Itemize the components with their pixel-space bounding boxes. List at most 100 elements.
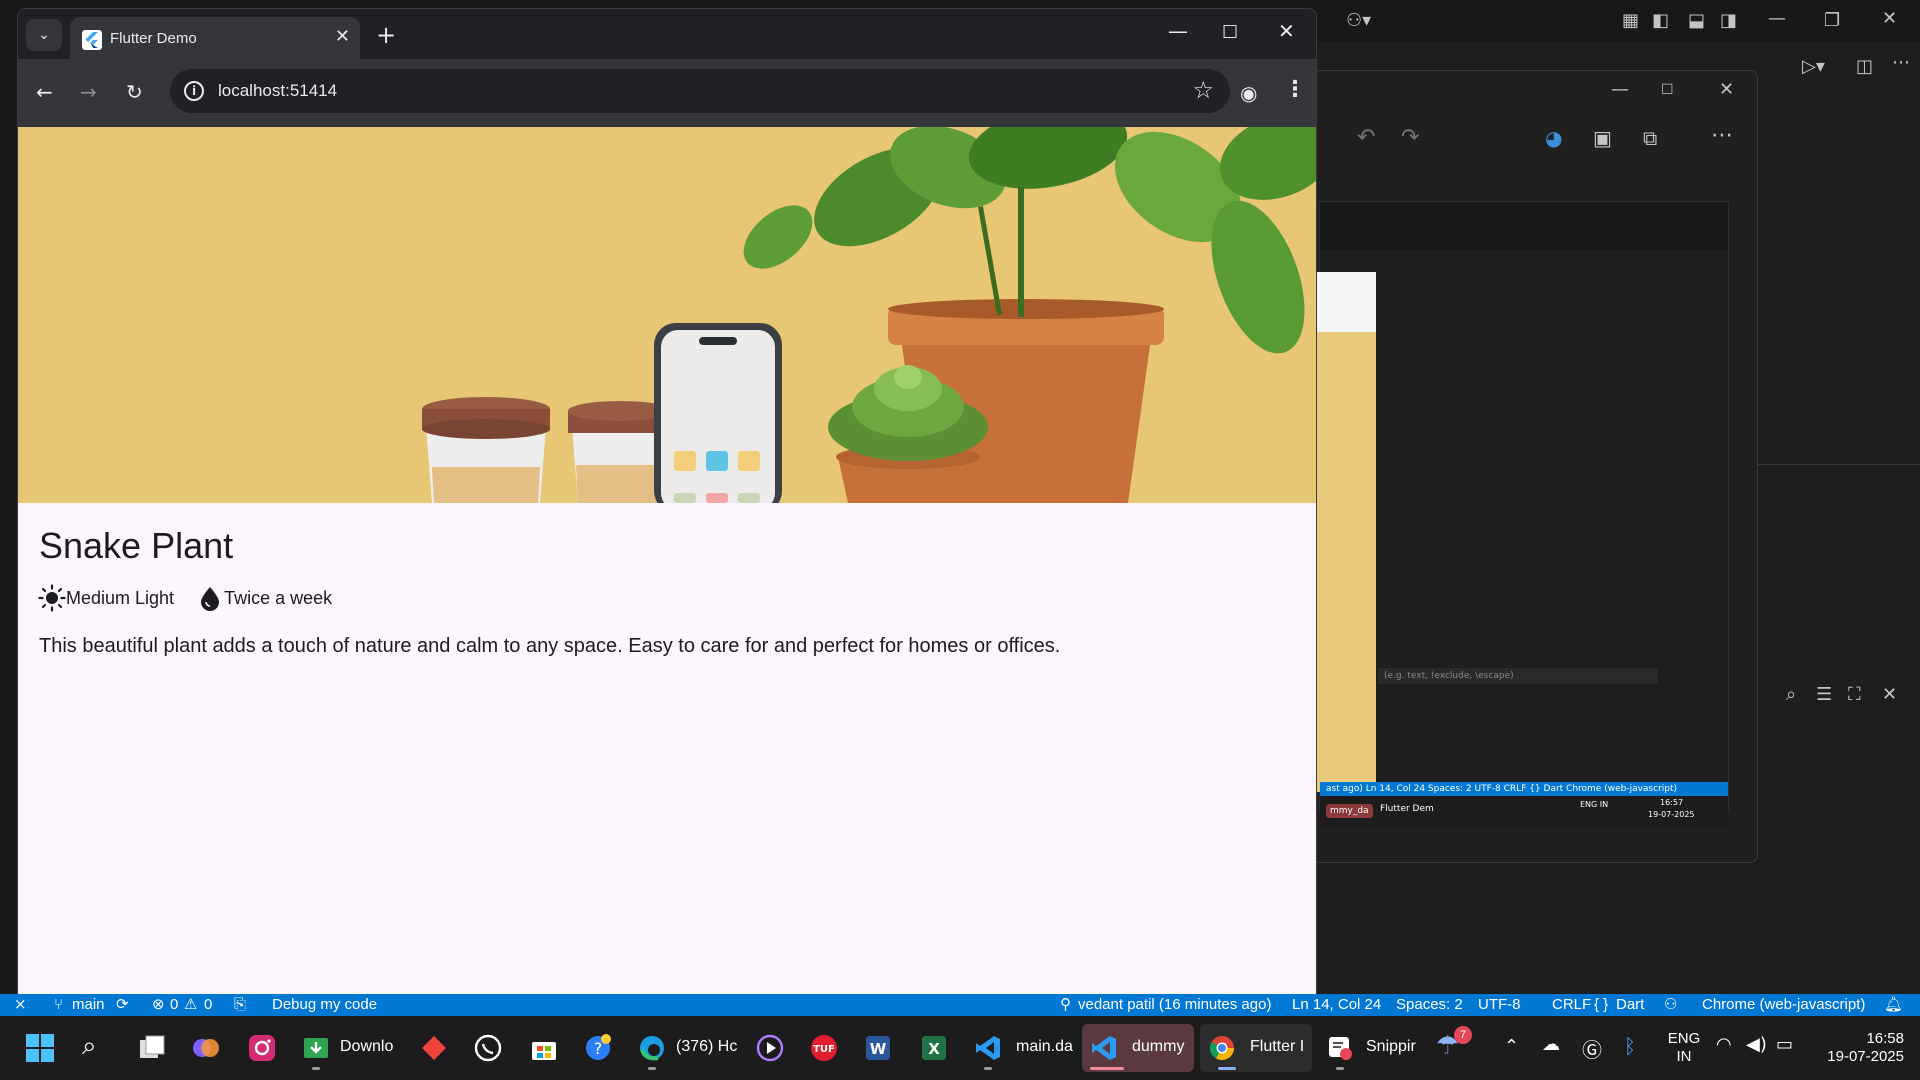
toggle-primary-sidebar-icon[interactable]: ◧ <box>1652 12 1669 30</box>
tab-search-button[interactable]: ⌄ <box>26 19 62 51</box>
running-indicator <box>1336 1067 1344 1070</box>
notifications-icon[interactable]: 🔔︎ <box>1884 994 1903 1016</box>
taskbar-app-vscode-main[interactable]: main.da <box>966 1024 1076 1072</box>
debug-label[interactable]: Debug my code <box>272 994 377 1016</box>
line-endings[interactable]: CRLF <box>1552 994 1591 1016</box>
save-icon[interactable]: ▣ <box>1593 128 1612 148</box>
copilot-icon[interactable]: ⚇▾ <box>1346 12 1371 30</box>
more-actions-icon[interactable]: ⋯ <box>1892 54 1910 72</box>
maximize-icon[interactable]: ☐ <box>1661 81 1674 99</box>
minimize-icon[interactable]: — <box>1768 10 1786 28</box>
word-icon[interactable]: W <box>864 1034 892 1062</box>
indentation[interactable]: Spaces: 2 <box>1396 994 1463 1016</box>
taskbar-app-snipping-tool[interactable]: Snippir <box>1318 1024 1418 1072</box>
language-mode[interactable]: Dart <box>1616 994 1644 1016</box>
paint-icon[interactable]: ◕ <box>1545 128 1562 148</box>
problems-count[interactable]: 0 <box>170 994 178 1016</box>
chrome-menu-icon[interactable]: ⋮ <box>1284 77 1306 102</box>
close-icon[interactable]: ✕ <box>1278 21 1295 41</box>
tab-close-icon[interactable]: ✕ <box>335 27 350 47</box>
taskbar-app-chrome[interactable]: Flutter I <box>1200 1024 1312 1072</box>
run-icon[interactable]: ▷▾ <box>1802 58 1825 76</box>
weather-widget[interactable]: ☂ 7 <box>1436 1026 1476 1066</box>
svg-text:X: X <box>928 1040 940 1058</box>
redo-icon[interactable]: ↷ <box>1401 127 1419 149</box>
encoding[interactable]: UTF-8 <box>1478 994 1521 1016</box>
site-info-icon[interactable]: i <box>184 81 204 101</box>
taskbar-app-downloads[interactable]: Downlo <box>294 1024 404 1072</box>
whatsapp-icon[interactable] <box>474 1034 502 1062</box>
windows-taskbar: ⌕ Downlo ? (376) Hc TUF W X main.da dumm… <box>0 1016 1920 1080</box>
preview-search-field: (e.g. text, !exclude, \escape) <box>1378 668 1658 684</box>
windows-start-icon[interactable] <box>26 1034 54 1062</box>
toggle-panel-icon[interactable]: ⬓ <box>1688 12 1705 30</box>
plant-title: Snake Plant <box>39 525 234 566</box>
profile-icon[interactable]: ◉ <box>1240 81 1257 105</box>
excel-icon[interactable]: X <box>920 1034 948 1062</box>
maximize-icon[interactable]: ⛶ <box>1848 686 1861 704</box>
clock[interactable]: 16:58 19-07-2025 <box>1814 1030 1904 1066</box>
url-text[interactable]: localhost:51414 <box>218 81 337 101</box>
taskbar-app-vscode-dummy[interactable]: dummy <box>1082 1024 1194 1072</box>
split-editor-icon[interactable]: ◫ <box>1856 58 1873 76</box>
forward-icon[interactable]: → <box>80 81 97 103</box>
anydesk-icon[interactable] <box>420 1034 448 1062</box>
chrome-window: ⌄ Flutter Demo ✕ + — ☐ ✕ ← → ↻ i localho… <box>18 9 1316 1001</box>
back-icon[interactable]: ← <box>36 81 53 103</box>
remote-icon[interactable]: ⨯ <box>14 994 27 1016</box>
cursor-position[interactable]: Ln 14, Col 24 <box>1292 994 1381 1016</box>
preview-task-label: Flutter Dem <box>1380 804 1434 814</box>
copy-icon[interactable]: ⧉ <box>1643 128 1657 148</box>
weather-badge: 7 <box>1454 1026 1472 1044</box>
undo-icon[interactable]: ↶ <box>1357 127 1375 149</box>
error-icon[interactable]: ⊗ <box>152 994 165 1016</box>
instagram-icon[interactable] <box>248 1034 276 1062</box>
get-help-icon[interactable]: ? <box>584 1034 612 1062</box>
new-tab-button[interactable]: + <box>376 23 396 47</box>
taskbar-app-label: Snippir <box>1366 1038 1416 1055</box>
sync-icon[interactable]: ⟳ <box>116 994 129 1016</box>
taskbar-app-edge[interactable]: (376) Hc <box>630 1024 740 1072</box>
device-target[interactable]: Chrome (web-javascript) <box>1702 994 1865 1016</box>
maximize-icon[interactable]: ☐ <box>1222 23 1238 43</box>
address-bar[interactable]: i localhost:51414 ☆ <box>170 69 1230 113</box>
language-indicator[interactable]: ENG IN <box>1666 1030 1702 1066</box>
copilot-icon[interactable] <box>192 1034 220 1062</box>
git-blame[interactable]: vedant patil (16 minutes ago) <box>1078 994 1271 1016</box>
close-icon[interactable]: ✕ <box>1719 81 1734 99</box>
tab-strip: ⌄ Flutter Demo ✕ + — ☐ ✕ <box>18 9 1316 59</box>
tab-flutter-demo[interactable]: Flutter Demo ✕ <box>70 17 360 59</box>
task-view-icon[interactable] <box>138 1034 166 1062</box>
svg-text:?: ? <box>594 1039 603 1058</box>
minimize-icon[interactable]: — <box>1611 81 1629 99</box>
running-indicator <box>984 1067 992 1070</box>
running-indicator <box>1218 1067 1236 1070</box>
wifi-icon[interactable]: ◠ <box>1716 1034 1732 1055</box>
warnings-count[interactable]: 0 <box>204 994 212 1016</box>
preview-titlebar <box>1320 202 1728 250</box>
toggle-secondary-sidebar-icon[interactable]: ◨ <box>1720 12 1737 30</box>
media-player-icon[interactable] <box>756 1034 784 1062</box>
close-icon[interactable]: ✕ <box>1882 10 1897 28</box>
list-icon[interactable]: ☰ <box>1816 686 1832 704</box>
tuf-icon[interactable]: TUF <box>810 1034 838 1062</box>
search-icon[interactable]: ⌕ <box>1786 686 1796 704</box>
minimize-icon[interactable]: — <box>1168 21 1188 41</box>
close-panel-icon[interactable]: ✕ <box>1882 686 1897 704</box>
grammarly-icon[interactable]: Ⓖ <box>1582 1034 1602 1063</box>
branch-name[interactable]: main <box>72 994 105 1016</box>
battery-icon[interactable]: ▭ <box>1776 1034 1793 1055</box>
show-hidden-icons-icon[interactable]: ⌃ <box>1504 1036 1519 1057</box>
more-icon[interactable]: ⋯ <box>1711 125 1733 147</box>
bookmark-star-icon[interactable]: ☆ <box>1192 78 1214 102</box>
bluetooth-icon[interactable]: ᛒ <box>1624 1034 1636 1058</box>
warning-icon[interactable]: ⚠ <box>184 994 197 1016</box>
restore-icon[interactable]: ❐ <box>1824 12 1840 30</box>
microsoft-store-icon[interactable] <box>530 1034 558 1062</box>
customize-layout-icon[interactable]: ▦ <box>1622 12 1639 30</box>
volume-icon[interactable]: ◀) <box>1746 1034 1767 1055</box>
onedrive-icon[interactable]: ☁ <box>1542 1034 1560 1055</box>
search-icon[interactable]: ⌕ <box>82 1032 110 1060</box>
reload-icon[interactable]: ↻ <box>126 81 143 103</box>
taskbar-app-label: (376) Hc <box>676 1038 738 1055</box>
